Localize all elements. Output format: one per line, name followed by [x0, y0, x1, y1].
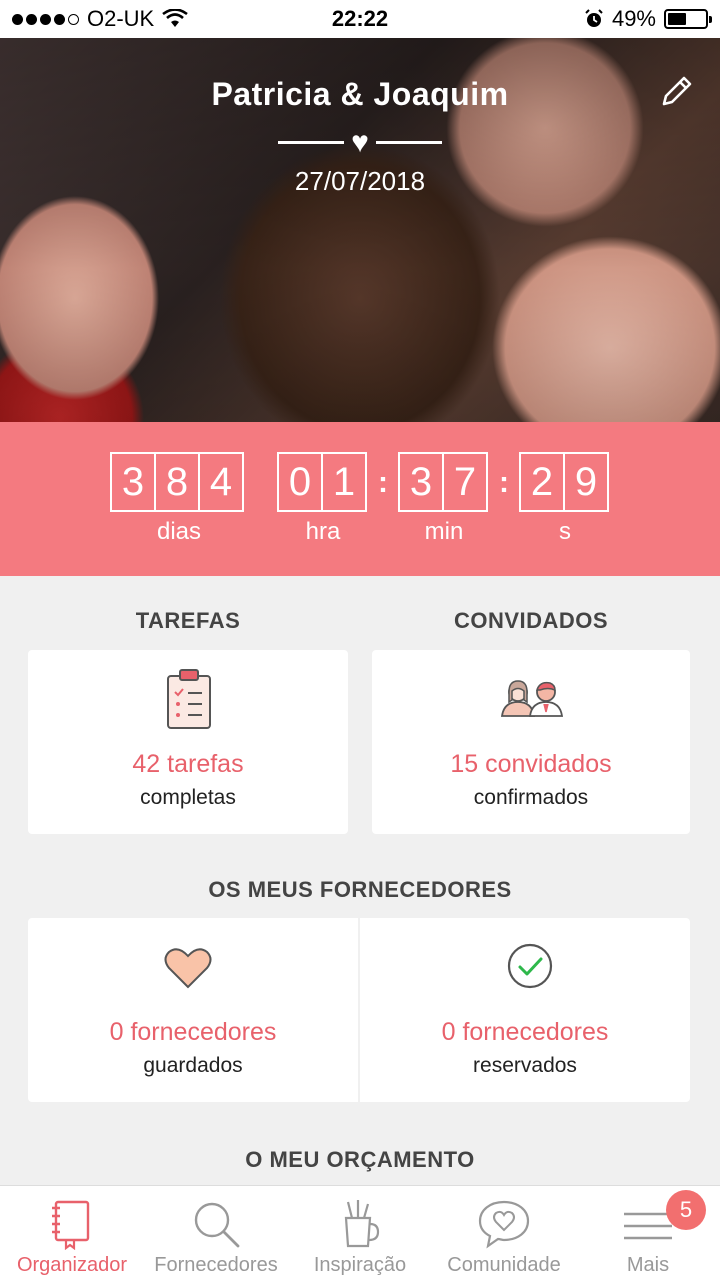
days-label: dias [156, 518, 202, 545]
time-separator: : [499, 466, 509, 499]
notebook-icon [52, 1200, 90, 1250]
minutes-digit: 7 [442, 452, 488, 512]
notification-badge: 5 [666, 1190, 706, 1230]
tasks-count: 42 tarefas [132, 750, 244, 778]
guests-heading: CONVIDADOS [453, 608, 609, 633]
guests-couple-icon [500, 680, 564, 717]
booked-suppliers-card[interactable]: 0 fornecedores reservados [360, 918, 690, 1102]
tasks-heading: TAREFAS [135, 608, 241, 633]
nav-label: Fornecedores [154, 1254, 278, 1276]
couple-names: Patricia & Joaquim [211, 76, 509, 112]
tasks-card[interactable]: 42 tarefas completas [28, 650, 348, 834]
days-digit: 8 [154, 452, 200, 512]
bottom-navigation: Organizador Fornecedores Inspiração Comu… [0, 1185, 720, 1280]
booked-suppliers-count: 0 fornecedores [441, 1018, 609, 1046]
saved-suppliers-count: 0 fornecedores [109, 1018, 277, 1046]
nav-label: Mais [626, 1254, 670, 1276]
hours-label: hra [305, 518, 341, 545]
seconds-digit: 2 [519, 452, 565, 512]
countdown-minutes: 3 7 [398, 452, 488, 512]
nav-label: Comunidade [447, 1254, 561, 1276]
hours-digit: 1 [321, 452, 367, 512]
heart-divider: ♥ [278, 126, 442, 159]
guests-count: 15 convidados [450, 750, 612, 778]
nav-mais[interactable]: 5 Mais [576, 1186, 720, 1280]
guests-status: confirmados [473, 786, 589, 809]
heart-icon: ♥ [351, 126, 369, 159]
chat-heart-icon [478, 1200, 530, 1249]
nav-organizador[interactable]: Organizador [0, 1186, 144, 1280]
suppliers-heading: OS MEUS FORNECEDORES [208, 877, 512, 902]
seconds-digit: 9 [563, 452, 609, 512]
tasks-status: completas [140, 786, 236, 809]
nav-label: Inspiração [313, 1254, 407, 1276]
guests-card[interactable]: 15 convidados confirmados [372, 650, 690, 834]
heart-icon [164, 948, 212, 989]
countdown-seconds: 2 9 [519, 452, 609, 512]
battery-percent: 49% [611, 6, 656, 31]
saved-suppliers-status: guardados [143, 1054, 243, 1077]
booked-suppliers-status: reservados [473, 1054, 577, 1077]
check-circle-icon [507, 943, 553, 989]
countdown-banner: 3 8 4 0 1 : 3 7 : 2 9 dias hra min s [0, 422, 720, 576]
countdown-hours: 0 1 [277, 452, 367, 512]
hours-digit: 0 [277, 452, 323, 512]
edit-pencil-icon[interactable] [658, 74, 694, 110]
clock: 22:22 [331, 6, 389, 31]
wifi-icon [162, 9, 189, 27]
nav-label: Organizador [16, 1254, 128, 1276]
minutes-digit: 3 [398, 452, 444, 512]
nav-comunidade[interactable]: Comunidade [432, 1186, 576, 1280]
alarm-icon [585, 9, 603, 27]
days-digit: 3 [110, 452, 156, 512]
status-bar: O2-UK 22:22 49% [0, 0, 720, 38]
days-digit: 4 [198, 452, 244, 512]
saved-suppliers-card[interactable]: 0 fornecedores guardados [28, 918, 358, 1102]
battery-icon [664, 9, 712, 29]
wedding-date: 27/07/2018 [294, 166, 426, 196]
nav-inspiracao[interactable]: Inspiração [288, 1186, 432, 1280]
nav-fornecedores[interactable]: Fornecedores [144, 1186, 288, 1280]
carrier-name: O2-UK [87, 6, 155, 31]
search-icon [194, 1202, 240, 1248]
pencil-cup-icon [344, 1200, 380, 1248]
minutes-label: min [424, 518, 464, 545]
time-separator: : [378, 466, 388, 499]
countdown-days: 3 8 4 [110, 452, 244, 512]
signal-strength-icon [12, 13, 79, 25]
couple-photo-header: Patricia & Joaquim ♥ 27/07/2018 [0, 38, 720, 422]
seconds-label: s [559, 518, 571, 545]
budget-heading: O MEU ORÇAMENTO [245, 1147, 475, 1172]
clipboard-checklist-icon [167, 669, 211, 729]
